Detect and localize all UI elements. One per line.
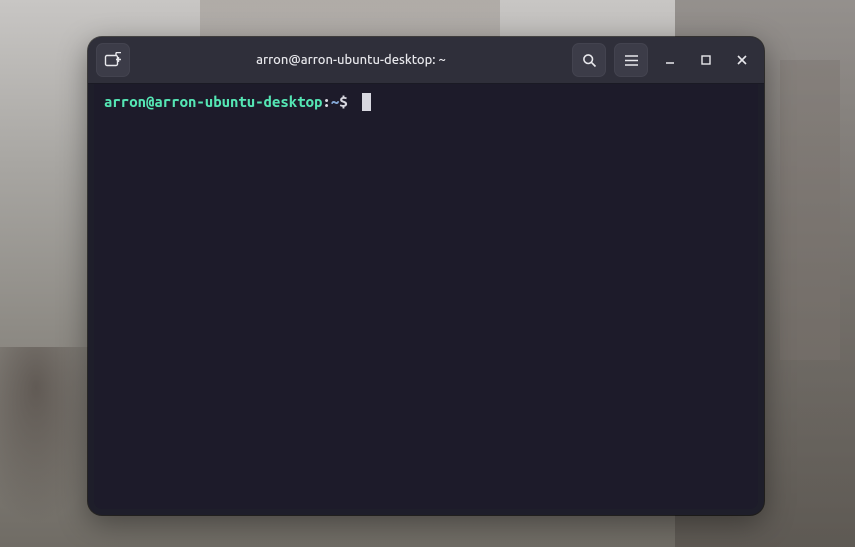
- prompt-symbol: $: [339, 92, 356, 112]
- maximize-button[interactable]: [692, 43, 720, 77]
- window-title: arron@arron-ubuntu-desktop: ~: [256, 53, 446, 67]
- close-icon: [736, 54, 748, 66]
- cursor: [362, 93, 371, 111]
- maximize-icon: [700, 54, 712, 66]
- titlebar-right: [572, 43, 756, 77]
- new-tab-button[interactable]: [96, 43, 130, 77]
- titlebar-center: arron@arron-ubuntu-desktop: ~: [136, 53, 566, 67]
- menu-button[interactable]: [614, 43, 648, 77]
- close-button[interactable]: [728, 43, 756, 77]
- prompt-separator: :: [322, 92, 330, 112]
- new-tab-icon: [104, 52, 122, 68]
- terminal-window: arron@arron-ubuntu-desktop: ~: [88, 37, 764, 515]
- prompt-line: arron@arron-ubuntu-desktop:~$: [104, 92, 748, 112]
- minimize-button[interactable]: [656, 43, 684, 77]
- minimize-icon: [664, 54, 676, 66]
- prompt-path: ~: [331, 92, 339, 112]
- terminal-body[interactable]: arron@arron-ubuntu-desktop:~$: [94, 84, 758, 509]
- search-icon: [582, 53, 597, 68]
- titlebar: arron@arron-ubuntu-desktop: ~: [88, 37, 764, 84]
- titlebar-left: [96, 43, 130, 77]
- search-button[interactable]: [572, 43, 606, 77]
- hamburger-icon: [624, 54, 639, 67]
- prompt-user-host: arron@arron-ubuntu-desktop: [104, 92, 322, 112]
